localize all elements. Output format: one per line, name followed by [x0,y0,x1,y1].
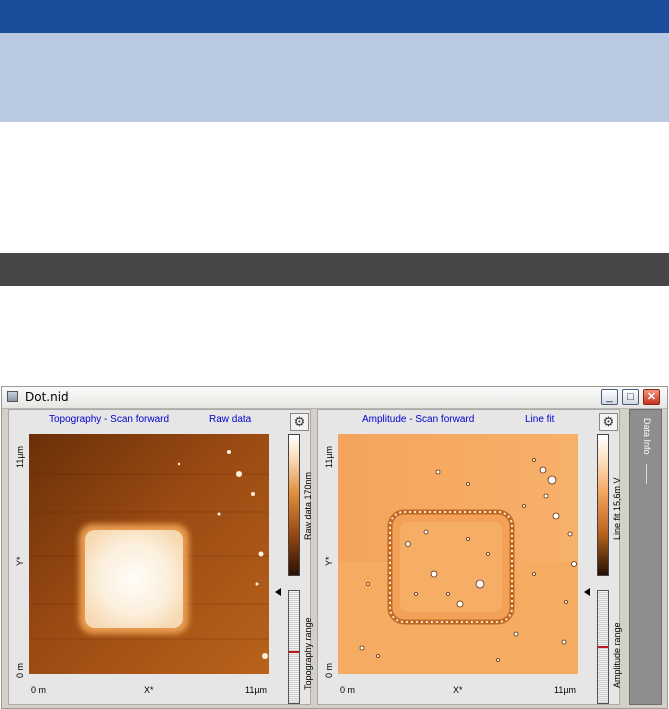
amplitude-x-max-label: 11µm [554,685,577,695]
topography-range-label: Topography range [303,617,313,690]
topography-x-axis-label: X* [144,685,154,695]
dot-nid-window: Dot.nid _ □ ✕ Topography - Scan forward … [1,386,668,709]
topography-channel-title[interactable]: Topography - Scan forward [49,414,169,425]
amplitude-range-pointer-icon[interactable] [584,588,590,596]
topography-mode-title[interactable]: Raw data [209,414,251,425]
window-title: Dot.nid [25,390,69,404]
amplitude-panel: Amplitude - Scan forward Line fit ⚙ 11µm… [317,409,622,705]
amplitude-image[interactable] [338,434,578,674]
amplitude-range-label: Amplitude range [612,622,622,688]
topography-y-axis-label: Y* [15,556,25,566]
topography-x-min-label: 0 m [31,685,47,695]
topography-y-min-label: 0 m [15,662,25,678]
top-header-bar [0,0,669,33]
topography-colorbar [288,434,300,576]
amplitude-y-min-label: 0 m [324,662,334,678]
maximize-icon: □ [627,391,634,403]
amplitude-x-axis-label: X* [453,685,463,695]
window-titlebar[interactable]: Dot.nid _ □ ✕ [2,387,667,409]
gear-icon[interactable]: ⚙ [599,413,618,431]
document-icon [7,391,18,402]
topography-image[interactable] [29,434,269,674]
topography-range-pointer-icon[interactable] [275,588,281,596]
topography-range-marker[interactable] [289,651,299,653]
minimize-button[interactable]: _ [601,389,618,405]
close-icon: ✕ [646,391,657,403]
topography-y-max-label: 11µm [15,445,25,468]
gear-icon[interactable]: ⚙ [290,413,309,431]
amplitude-y-max-label: 11µm [324,445,334,468]
topography-colorbar-label: Raw data 170nm [303,471,313,540]
topography-scan [29,434,269,674]
amplitude-channel-title[interactable]: Amplitude - Scan forward [362,414,474,425]
topography-range-slider[interactable] [288,590,300,704]
amplitude-scan [338,434,578,674]
minimize-icon: _ [606,391,613,403]
amplitude-colorbar-label: Line fit 15,6m V [612,477,622,540]
data-info-tab[interactable]: Data Info [629,409,662,705]
data-info-label: Data Info [642,418,652,455]
data-info-divider [646,464,647,484]
amplitude-mode-title[interactable]: Line fit [525,414,554,425]
header-band [0,33,669,122]
amplitude-range-marker[interactable] [598,646,608,648]
section-bar [0,253,669,286]
amplitude-x-min-label: 0 m [340,685,356,695]
amplitude-range-slider[interactable] [597,590,609,704]
amplitude-colorbar [597,434,609,576]
topography-panel: Topography - Scan forward Raw data ⚙ 11µ… [8,409,313,705]
amplitude-y-axis-label: Y* [324,556,334,566]
topography-x-max-label: 11µm [245,685,268,695]
close-button[interactable]: ✕ [643,389,660,405]
maximize-button[interactable]: □ [622,389,639,405]
